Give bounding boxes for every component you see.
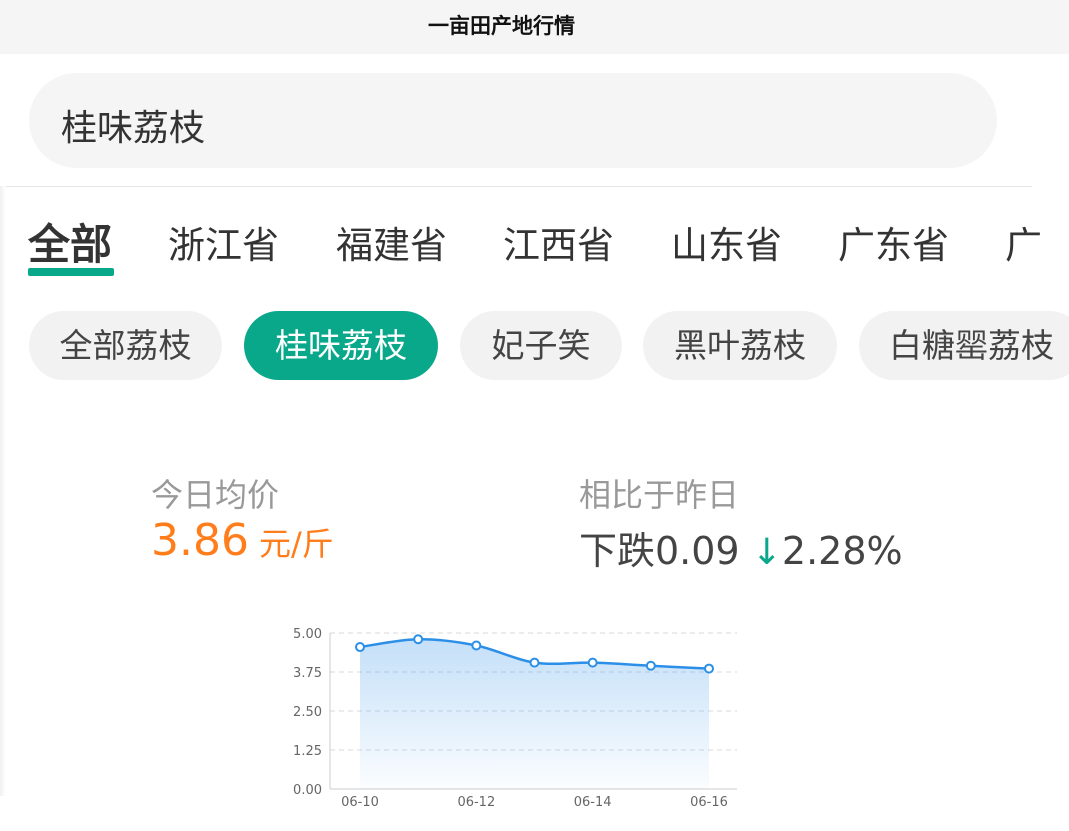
today-price: 3.86 元/斤 xyxy=(151,515,334,566)
chip-feizixiao[interactable]: 妃子笑 xyxy=(460,311,622,380)
tab-province-shandong[interactable]: 山东省 xyxy=(671,215,782,269)
down-arrow-icon: ↓ xyxy=(751,532,782,573)
compare-value: 下跌0.09 ↓2.28% xyxy=(579,520,903,575)
tab-province-zhejiang[interactable]: 浙江省 xyxy=(168,215,279,269)
chart-data-point[interactable] xyxy=(413,634,424,645)
chart-x-tick-label: 06-12 xyxy=(457,795,495,810)
chart-data-point[interactable] xyxy=(645,660,656,671)
chart-data-point[interactable] xyxy=(355,642,365,653)
chart-x-tick-label: 06-10 xyxy=(341,795,379,810)
chart-y-tick-label: 0.00 xyxy=(293,783,322,798)
variety-chips: 全部荔枝 桂味荔枝 妃子笑 黑叶荔枝 白糖罂荔枝 xyxy=(0,311,1069,381)
chart-data-point[interactable] xyxy=(587,657,598,668)
active-tab-indicator xyxy=(28,268,114,276)
chip-guiwei-lychee[interactable]: 桂味荔枝 xyxy=(244,311,438,380)
tab-province-all[interactable]: 全部 xyxy=(28,215,112,272)
today-price-unit: 元/斤 xyxy=(258,525,334,563)
compare-label: 相比于昨日 xyxy=(579,476,740,514)
today-price-label: 今日均价 xyxy=(151,476,280,514)
chart-y-tick-label: 2.50 xyxy=(293,705,322,720)
top-bar: 一亩田产地行情 xyxy=(0,0,1069,54)
chart-x-tick-label: 06-16 xyxy=(690,795,728,810)
compare-percent: 2.28% xyxy=(781,529,903,573)
price-trend-chart: 5.00 3.75 2.50 1.25 0.00 06-10 06-12 06-14 06-1… xyxy=(293,627,737,810)
tab-province-jiangxi[interactable]: 江西省 xyxy=(503,215,614,269)
tab-province-partial[interactable]: 广 xyxy=(1005,215,1042,269)
chart-y-tick-label: 3.75 xyxy=(293,666,322,681)
chart-data-point[interactable] xyxy=(704,663,714,674)
compare-text: 下跌0.09 xyxy=(579,529,740,573)
tab-province-fujian[interactable]: 福建省 xyxy=(336,215,447,269)
chart-x-tick-label: 06-14 xyxy=(574,795,612,810)
search-input[interactable]: 桂味荔枝 xyxy=(29,73,997,168)
chart-data-point[interactable] xyxy=(471,640,482,651)
search-section: 桂味荔枝 xyxy=(0,54,1032,187)
chart-y-tick-label: 1.25 xyxy=(293,744,322,759)
today-price-value: 3.86 xyxy=(151,515,249,566)
chip-heiye-lychee[interactable]: 黑叶荔枝 xyxy=(643,311,837,380)
chip-baitangying-lychee[interactable]: 白糖罂荔枝 xyxy=(859,311,1069,380)
search-input-value: 桂味荔枝 xyxy=(61,108,206,149)
chip-all-lychee[interactable]: 全部荔枝 xyxy=(29,311,222,380)
app-title: 一亩田产地行情 xyxy=(428,14,575,38)
province-tabs: 全部 浙江省 福建省 江西省 山东省 广东省 广 xyxy=(0,215,1069,285)
tab-province-guangdong[interactable]: 广东省 xyxy=(838,215,949,269)
chart-data-point[interactable] xyxy=(529,657,540,668)
chart-y-tick-label: 5.00 xyxy=(293,627,322,642)
